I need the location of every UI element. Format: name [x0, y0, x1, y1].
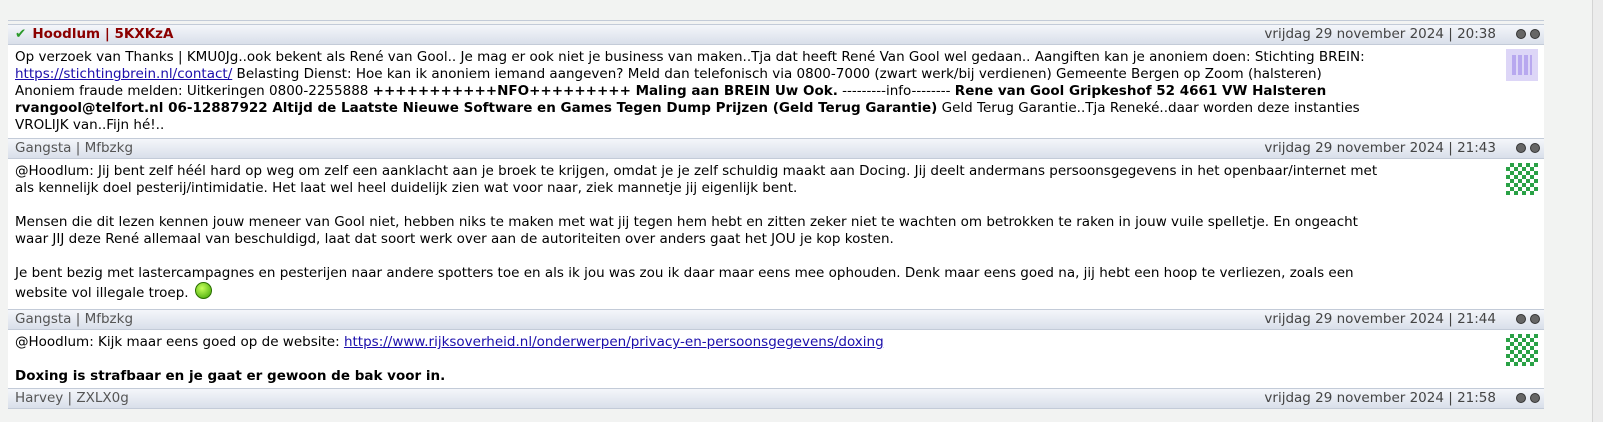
post-author: Harvey | ZXLX0g — [15, 390, 129, 406]
post-text: Op verzoek van Thanks | KMU0Jg..ook beke… — [15, 49, 1365, 133]
avatar[interactable] — [1506, 334, 1538, 366]
post-header: Gangsta | Mfbzkg vrijdag 29 november 202… — [8, 138, 1544, 159]
post-author: ✔ Hoodlum | 5KXKzA — [15, 26, 174, 42]
post-text: @Hoodlum: Kijk maar eens goed op de webs… — [15, 334, 884, 350]
brein-contact-link[interactable]: https://stichtingbrein.nl/contact/ — [15, 66, 232, 82]
check-icon: ✔ — [15, 26, 27, 42]
post-paragraph: Je bent bezig met lastercampagnes en pes… — [15, 265, 1354, 301]
quote-icon[interactable] — [1530, 393, 1540, 403]
top-divider — [8, 20, 1544, 21]
post-author: Gangsta | Mfbzkg — [15, 140, 134, 156]
post-header: Gangsta | Mfbzkg vrijdag 29 november 202… — [8, 309, 1544, 330]
post-header: ✔ Hoodlum | 5KXKzA vrijdag 29 november 20… — [8, 24, 1544, 45]
post-body: Op verzoek van Thanks | KMU0Jg..ook beke… — [8, 45, 1544, 138]
vertical-scrollbar[interactable] — [1592, 0, 1603, 422]
quote-icon[interactable] — [1530, 314, 1540, 324]
doxing-link[interactable]: https://www.rijksoverheid.nl/onderwerpen… — [344, 334, 884, 350]
post-date: vrijdag 29 november 2024 | 21:43 — [1264, 140, 1496, 156]
report-icon[interactable] — [1516, 314, 1526, 324]
report-icon[interactable] — [1516, 393, 1526, 403]
smiley-icon — [194, 282, 212, 299]
post-paragraph: Mensen die dit lezen kennen jouw meneer … — [15, 214, 1358, 247]
post-body: @Hoodlum: Jij bent zelf héél hard op weg… — [8, 159, 1544, 309]
report-icon[interactable] — [1516, 143, 1526, 153]
comment-thread: ✔ Hoodlum | 5KXKzA vrijdag 29 november 20… — [8, 24, 1544, 409]
post-author: Gangsta | Mfbzkg — [15, 311, 134, 327]
post-date: vrijdag 29 november 2024 | 21:44 — [1264, 311, 1496, 327]
post-paragraph: @Hoodlum: Jij bent zelf héél hard op weg… — [15, 163, 1378, 196]
post-date: vrijdag 29 november 2024 | 21:58 — [1264, 390, 1496, 406]
post-date: vrijdag 29 november 2024 | 20:38 — [1264, 26, 1496, 42]
report-icon[interactable] — [1516, 29, 1526, 39]
avatar[interactable] — [1506, 163, 1538, 195]
post-header: Harvey | ZXLX0g vrijdag 29 november 2024… — [8, 388, 1544, 409]
post-body: @Hoodlum: Kijk maar eens goed op de webs… — [8, 330, 1544, 388]
avatar[interactable] — [1506, 49, 1538, 81]
quote-icon[interactable] — [1530, 143, 1540, 153]
quote-icon[interactable] — [1530, 29, 1540, 39]
post-bold-line: Doxing is strafbaar en je gaat er gewoon… — [15, 368, 446, 384]
